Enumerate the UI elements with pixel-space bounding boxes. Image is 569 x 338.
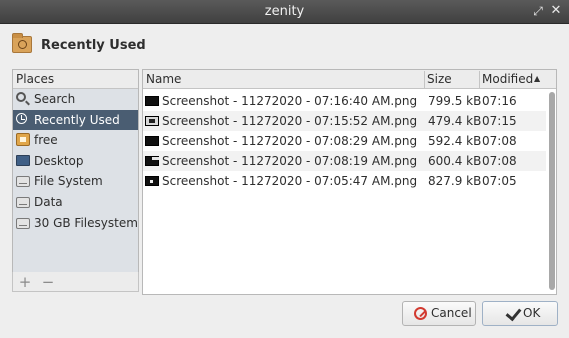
cancel-label: Cancel [431, 306, 472, 320]
image-thumbnail-icon [145, 156, 159, 166]
location-label: Recently Used [41, 38, 146, 53]
file-modified: 07:15 [482, 114, 517, 128]
column-header-modified[interactable]: Modified [482, 72, 533, 86]
title-bar: zenity ⤢ ✕ [0, 0, 569, 24]
place-label: Recently Used [34, 112, 120, 127]
ok-label: OK [523, 306, 541, 320]
places-heading: Places [13, 70, 138, 89]
file-size: 479.4 kB [428, 114, 482, 128]
place-label: 30 GB Filesystem [34, 215, 138, 230]
home-folder-icon [16, 133, 30, 147]
place-home[interactable]: free [13, 130, 138, 151]
file-row[interactable]: Screenshot - 11272020 - 07:15:52 AM.png … [143, 111, 546, 131]
file-row[interactable]: Screenshot - 11272020 - 07:16:40 AM.png … [143, 91, 546, 111]
place-search[interactable]: Search [13, 89, 138, 110]
file-modified: 07:05 [482, 174, 517, 188]
column-header-size[interactable]: Size [427, 72, 452, 86]
image-thumbnail-icon [145, 116, 159, 126]
file-list-header: Name Size Modified ▲ [143, 70, 556, 89]
sort-ascending-icon: ▲ [534, 74, 541, 83]
place-label: Search [34, 92, 76, 106]
recent-folder-icon [12, 33, 32, 53]
place-label: Desktop [34, 153, 84, 168]
close-icon[interactable]: ✕ [548, 3, 564, 19]
column-divider [424, 71, 425, 88]
desktop-icon [16, 154, 30, 166]
file-size: 592.4 kB [428, 134, 482, 148]
place-30gb-filesystem[interactable]: 30 GB Filesystem [13, 213, 138, 234]
file-modified: 07:08 [482, 134, 517, 148]
file-name: Screenshot - 11272020 - 07:16:40 AM.png [162, 94, 418, 108]
ok-button[interactable]: OK [482, 301, 558, 326]
place-label: Data [34, 194, 63, 209]
file-modified: 07:16 [482, 94, 517, 108]
file-modified: 07:08 [482, 154, 517, 168]
image-thumbnail-icon [145, 136, 159, 146]
checkmark-icon [505, 307, 518, 319]
file-row[interactable]: Screenshot - 11272020 - 07:08:19 AM.png … [143, 151, 546, 171]
recent-icon [16, 112, 27, 124]
window-title: zenity [264, 4, 305, 19]
file-list: Name Size Modified ▲ Screenshot - 112720… [142, 69, 557, 295]
search-icon [16, 92, 26, 102]
cancel-icon [414, 307, 427, 320]
file-name: Screenshot - 11272020 - 07:08:29 AM.png [162, 134, 418, 148]
scrollbar-thumb[interactable] [549, 92, 555, 290]
image-thumbnail-icon [145, 96, 159, 106]
add-bookmark-button[interactable]: + [15, 274, 35, 290]
column-divider [479, 71, 480, 88]
maximize-icon[interactable]: ⤢ [530, 3, 546, 19]
drive-icon [16, 196, 30, 208]
file-size: 799.5 kB [428, 94, 482, 108]
file-name: Screenshot - 11272020 - 07:15:52 AM.png [162, 114, 418, 128]
place-recently-used[interactable]: Recently Used [13, 109, 138, 131]
file-list-scrollbar[interactable] [548, 90, 556, 294]
file-size: 827.9 kB [428, 174, 482, 188]
place-data[interactable]: Data [13, 192, 138, 213]
place-desktop[interactable]: Desktop [13, 151, 138, 172]
file-chooser-dialog: Recently Used Places Search Recently Use… [0, 24, 569, 338]
file-row[interactable]: Screenshot - 11272020 - 07:08:29 AM.png … [143, 131, 546, 151]
column-header-name[interactable]: Name [146, 72, 181, 86]
remove-bookmark-button[interactable]: − [38, 274, 58, 290]
file-name: Screenshot - 11272020 - 07:05:47 AM.png [162, 174, 418, 188]
drive-icon [16, 176, 30, 188]
drive-icon [16, 217, 30, 229]
file-name: Screenshot - 11272020 - 07:08:19 AM.png [162, 154, 418, 168]
places-sidebar: Places Search Recently Used free Desktop… [12, 69, 139, 273]
place-file-system[interactable]: File System [13, 171, 138, 192]
image-thumbnail-icon [145, 176, 159, 186]
file-size: 600.4 kB [428, 154, 482, 168]
cancel-button[interactable]: Cancel [402, 301, 476, 326]
file-row[interactable]: Screenshot - 11272020 - 07:05:47 AM.png … [143, 171, 546, 191]
place-label: free [34, 133, 58, 148]
place-label: File System [34, 174, 103, 189]
